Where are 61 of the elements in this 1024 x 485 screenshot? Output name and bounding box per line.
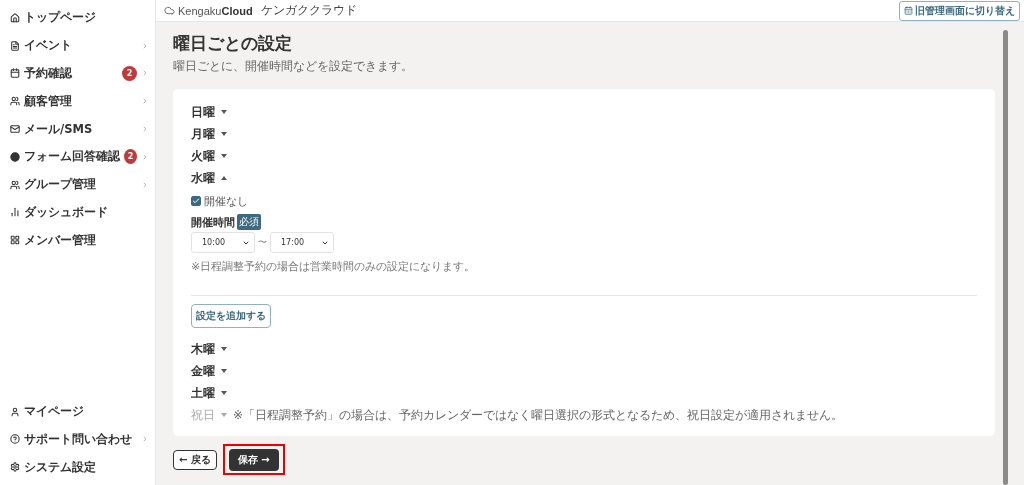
sidebar-item[interactable]: イベント [0,31,155,60]
sidebar-item[interactable]: メール/SMS [0,115,155,143]
count-badge: 2 [124,149,137,165]
sidebar-item[interactable]: グループ管理 [0,170,155,199]
day-toggle[interactable]: 木曜 [191,340,227,358]
day-toggle[interactable]: 金曜 [191,362,227,380]
sidebar-item[interactable]: メンバー管理 [0,226,155,255]
page-subtitle: 曜日ごとに、開催時間などを設定できます。 [173,59,414,74]
sidebar-item[interactable]: 予約確認 2 [0,59,155,88]
grid-icon [10,235,20,246]
calendar-icon [904,6,913,15]
logo-kana: ケンガククラウド [260,2,357,19]
day-note: ※「日程調整予約」の場合は、予約カレンダーではなく曜日選択の形式となるため、祝日設定が適用されません。 [233,406,844,424]
people-icon [10,179,20,190]
caret-icon [221,132,227,136]
user-icon [10,406,20,417]
checkbox-label: 開催なし [204,193,248,209]
scrollbar[interactable] [1002,30,1008,485]
checkbox[interactable] [191,196,201,206]
page-title: 曜日ごとの設定 [173,32,293,55]
mail-icon [10,124,20,135]
field-label: 開催時間 [191,214,235,230]
caret-icon [221,369,227,373]
save-button[interactable]: 保存 → [228,449,279,471]
caret-icon [221,413,227,417]
home-icon [10,12,20,23]
switch-button[interactable]: 旧管理画面に切り替え [899,0,1020,21]
count-badge: 2 [122,66,137,81]
back-button[interactable]: ← 戻る [173,449,217,470]
hint-text: ※日程調整予約の場合は営業時間のみの設定になります。 [191,259,477,274]
start-time-select[interactable]: 10:00 [191,232,255,253]
sidebar-item[interactable]: トップページ [0,4,155,32]
required-badge: 必須 [237,214,261,230]
sidebar-item[interactable]: ダッシュボード [0,198,155,227]
sidebar-item[interactable]: 顧客管理 [0,87,155,116]
cloud-icon [164,5,175,16]
caret-icon [221,176,227,180]
add-setting-button[interactable]: 設定を追加する [191,304,271,328]
range-separator: 〜 [258,236,267,249]
day-toggle[interactable]: 月曜 [191,125,227,143]
day-toggle[interactable]: 水曜 [191,169,227,187]
logo-text: KengakuCloud [178,4,253,17]
settings-icon [10,462,20,473]
sidebar-item[interactable]: サポート問い合わせ [0,425,155,454]
day-toggle[interactable]: 火曜 [191,147,227,165]
caret-icon [221,391,227,395]
help-icon [10,434,20,445]
people-icon [10,96,20,107]
end-time-select[interactable]: 17:00 [270,232,334,253]
chart-icon [10,207,20,218]
day-toggle[interactable]: 土曜 [191,384,227,402]
caret-icon [221,347,227,351]
document-icon [10,40,20,51]
sidebar-item[interactable]: フォーム回答確認 2 [0,143,155,171]
sidebar-item[interactable]: システム設定 [0,453,155,481]
day-toggle[interactable]: 日曜 [191,103,227,121]
circle-icon [10,151,20,162]
caret-icon [221,154,227,158]
caret-icon [221,110,227,114]
calendar-icon [10,68,20,79]
sidebar-item[interactable]: マイページ [0,397,155,426]
